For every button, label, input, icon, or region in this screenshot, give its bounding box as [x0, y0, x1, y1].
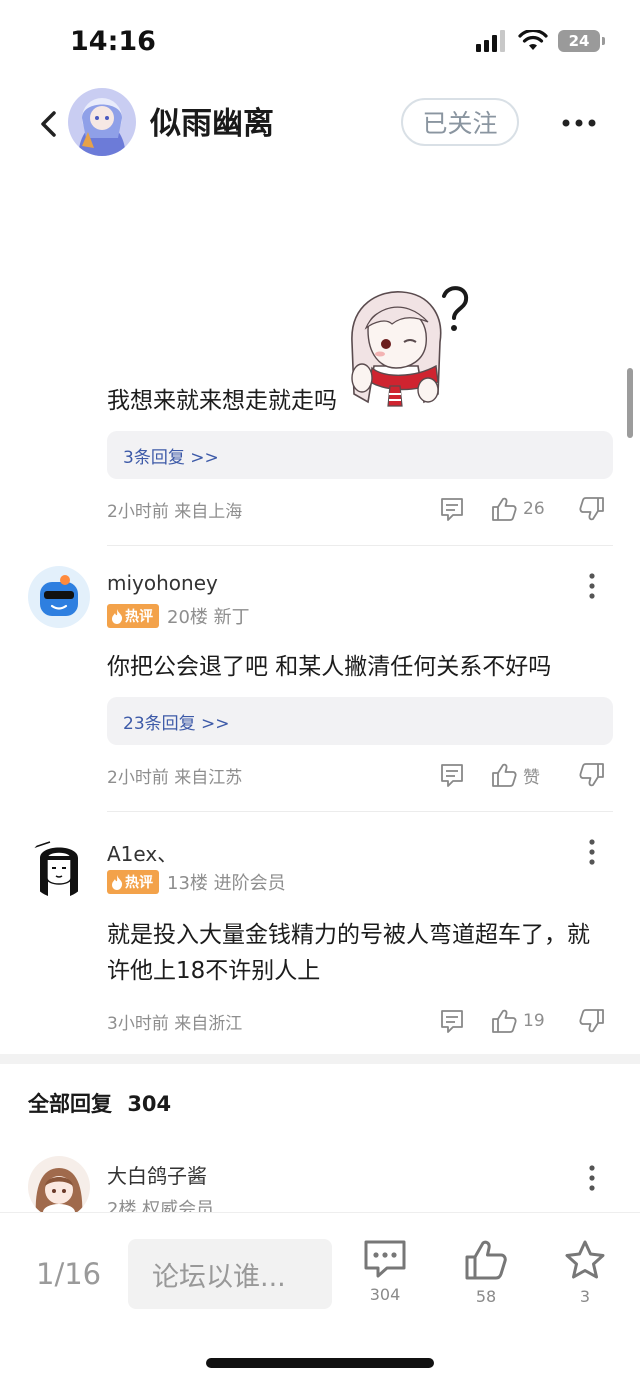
more-vertical-icon: [589, 1165, 595, 1191]
comment-input[interactable]: 论坛以谁...: [128, 1239, 332, 1309]
comment-more-button[interactable]: [582, 837, 602, 867]
flame-icon: [112, 874, 123, 890]
avatar-image: [28, 566, 90, 628]
thumb-up-icon: [465, 1240, 507, 1280]
star-icon: [565, 1240, 605, 1279]
status-icons: 24: [476, 30, 605, 52]
comment-text-line-2: 许他上18不许别人上: [107, 958, 321, 984]
thumb-up-icon: [492, 497, 517, 521]
like-label: 赞: [523, 767, 540, 788]
dislike-button[interactable]: [579, 1006, 605, 1036]
like-button[interactable]: 19: [491, 1006, 545, 1036]
scrollbar[interactable]: [627, 368, 633, 438]
divider: [107, 545, 613, 546]
username[interactable]: A1ex、: [107, 838, 177, 867]
all-replies-heading: 全部回复 304: [28, 1088, 171, 1118]
back-button[interactable]: [30, 104, 66, 144]
thumb-up-icon: [492, 763, 517, 787]
header: 似雨幽离 已关注: [0, 80, 640, 166]
comment-count: 304: [369, 1285, 401, 1304]
author-avatar-image: [68, 88, 136, 156]
avatar[interactable]: [28, 566, 90, 628]
all-replies-label: 全部回复: [28, 1092, 112, 1116]
like-count: 19: [523, 1011, 545, 1031]
avatar[interactable]: [28, 1156, 90, 1218]
all-replies-count: 304: [127, 1092, 172, 1116]
floor-info: 13楼 进阶会员: [167, 873, 286, 894]
like-button[interactable]: 26: [491, 494, 545, 524]
reply-button[interactable]: [439, 760, 465, 790]
page-title: 似雨幽离: [150, 106, 274, 142]
reply-icon: [441, 764, 463, 787]
avatar-image: [28, 1156, 90, 1218]
hot-badge-label: 热评: [125, 609, 153, 625]
user-sub-info: 热评 13楼 进阶会员: [107, 870, 286, 894]
page-indicator[interactable]: 1/16: [36, 1257, 101, 1291]
signal-icon: [476, 30, 505, 52]
avatar[interactable]: [28, 836, 90, 898]
thumb-down-icon: [579, 497, 604, 521]
more-options-button[interactable]: [556, 106, 602, 140]
username[interactable]: miyohoney: [107, 571, 218, 595]
comment-input-placeholder: 论坛以谁...: [152, 1261, 286, 1293]
reply-icon: [441, 1010, 463, 1033]
like-count: 26: [523, 499, 545, 519]
post-like-count: 58: [475, 1287, 497, 1306]
back-icon: [41, 111, 56, 137]
comment-text-line-1: 就是投入大量金钱精力的号被人弯道超车了，就: [107, 922, 590, 948]
comment-text: 我想来就来想走就走吗: [107, 388, 337, 414]
dislike-button[interactable]: [579, 494, 605, 524]
comment-time-location: 2小时前 来自江苏: [107, 768, 243, 788]
floor-info: 20楼 新丁: [167, 607, 250, 628]
divider: [107, 811, 613, 812]
hot-badge-label: 热评: [125, 875, 153, 891]
like-post-button[interactable]: 58: [451, 1239, 521, 1306]
favorite-count: 3: [579, 1287, 591, 1306]
comment-meta-row: 3小时前 来自浙江 19: [107, 1006, 613, 1036]
home-indicator[interactable]: [206, 1358, 434, 1368]
reply-button[interactable]: [439, 494, 465, 524]
wifi-icon: [518, 30, 548, 50]
comments-button[interactable]: 304: [350, 1239, 420, 1304]
battery-indicator: 24: [558, 30, 605, 52]
more-icon: [562, 119, 596, 127]
thumb-up-icon: [492, 1009, 517, 1033]
more-vertical-icon: [589, 573, 595, 599]
comment-time-location: 2小时前 来自上海: [107, 502, 243, 522]
status-bar: 14:16 24: [0, 0, 640, 80]
more-vertical-icon: [589, 839, 595, 865]
section-divider: [0, 1054, 640, 1064]
like-button[interactable]: 赞: [491, 760, 540, 790]
user-sub-info: 热评 20楼 新丁: [107, 604, 250, 628]
hot-badge: 热评: [107, 604, 159, 628]
comment-meta-row: 2小时前 来自江苏 赞: [107, 760, 613, 790]
flame-icon: [112, 608, 123, 624]
reply-button[interactable]: [439, 1006, 465, 1036]
author-avatar[interactable]: [68, 88, 136, 156]
comment-icon: [364, 1240, 406, 1278]
follow-button[interactable]: 已关注: [401, 98, 519, 146]
hot-badge: 热评: [107, 870, 159, 894]
view-replies-link[interactable]: 3条回复 >>: [107, 431, 613, 479]
avatar-image: [28, 836, 90, 898]
battery-level: 24: [568, 32, 590, 50]
comment-text: 你把公会退了吧 和某人撇清任何关系不好吗: [107, 654, 552, 680]
username[interactable]: 大白鸽子酱: [107, 1160, 207, 1189]
reply-icon: [441, 498, 463, 521]
dislike-button[interactable]: [579, 760, 605, 790]
comment-time-location: 3小时前 来自浙江: [107, 1014, 243, 1034]
thumb-down-icon: [579, 763, 604, 787]
comment-more-button[interactable]: [582, 571, 602, 601]
favorite-button[interactable]: 3: [550, 1239, 620, 1306]
sticker-image: [351, 286, 469, 407]
status-time: 14:16: [70, 26, 156, 57]
comment-meta-row: 2小时前 来自上海 26: [107, 494, 613, 524]
thumb-down-icon: [579, 1009, 604, 1033]
view-replies-link[interactable]: 23条回复 >>: [107, 697, 613, 745]
comment-more-button[interactable]: [582, 1163, 602, 1193]
